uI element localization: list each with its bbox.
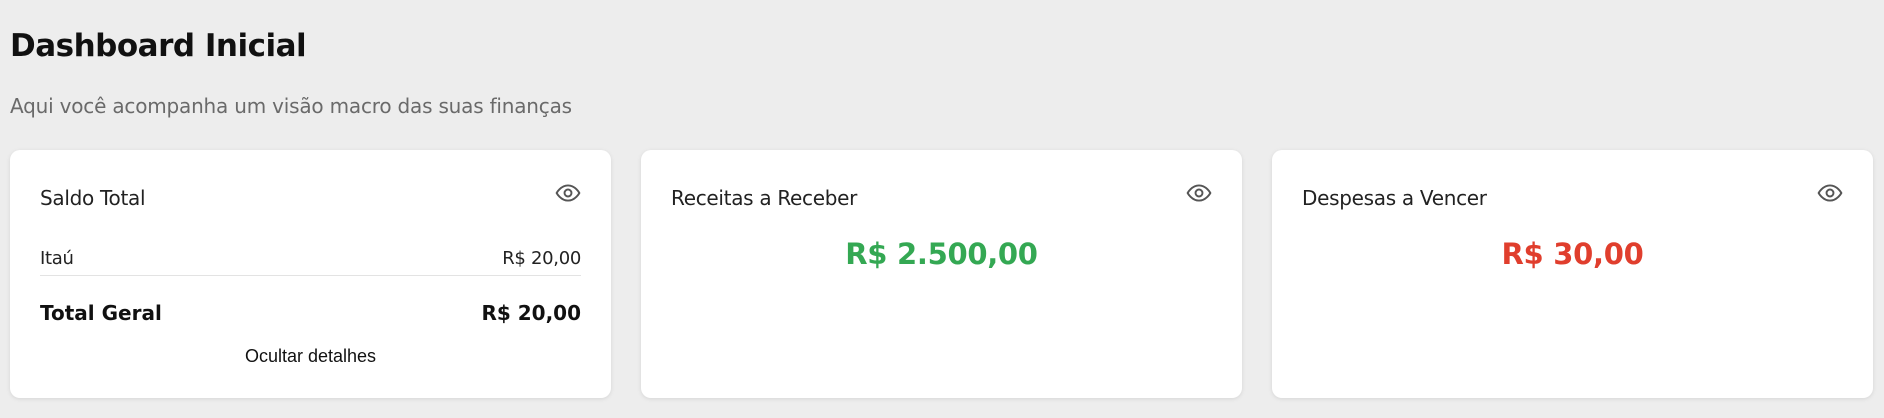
eye-icon (555, 184, 581, 202)
toggle-visibility-button[interactable] (1186, 180, 1212, 206)
total-row: Total Geral R$ 20,00 (40, 296, 581, 330)
summary-cards: Saldo Total Itaú R$ 20,00 Total Geral R$… (10, 150, 1873, 398)
page-subtitle: Aqui você acompanha um visão macro das s… (10, 94, 572, 118)
account-value: R$ 20,00 (502, 248, 581, 269)
despesas-value: R$ 30,00 (1501, 237, 1644, 271)
hide-details-button[interactable]: Ocultar detalhes (10, 346, 611, 367)
card-receitas-a-receber: Receitas a Receber R$ 2.500,00 (641, 150, 1242, 398)
receitas-value: R$ 2.500,00 (845, 237, 1038, 271)
account-row: Itaú R$ 20,00 (40, 242, 581, 276)
page-title: Dashboard Inicial (10, 28, 307, 64)
toggle-visibility-button[interactable] (1817, 180, 1843, 206)
card-saldo-total: Saldo Total Itaú R$ 20,00 Total Geral R$… (10, 150, 611, 398)
card-despesas-a-vencer: Despesas a Vencer R$ 30,00 (1272, 150, 1873, 398)
card-title: Despesas a Vencer (1302, 186, 1487, 210)
eye-icon (1186, 184, 1212, 202)
total-value: R$ 20,00 (481, 301, 581, 325)
card-title: Receitas a Receber (671, 186, 858, 210)
eye-icon (1817, 184, 1843, 202)
card-title: Saldo Total (40, 186, 146, 210)
account-name: Itaú (40, 248, 74, 269)
total-label: Total Geral (40, 301, 162, 325)
dashboard-page: Dashboard Inicial Aqui você acompanha um… (0, 0, 1884, 418)
toggle-visibility-button[interactable] (555, 180, 581, 206)
